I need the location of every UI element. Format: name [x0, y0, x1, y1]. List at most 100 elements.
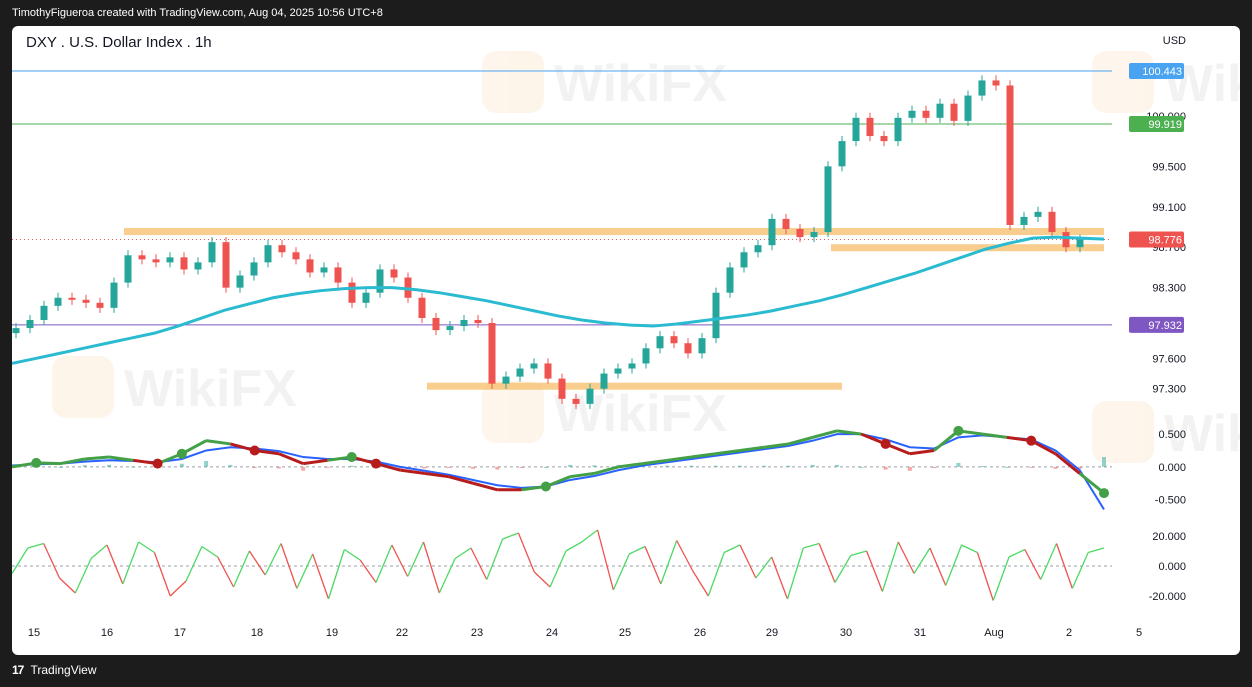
oscillator-segment [565, 541, 583, 552]
candle-body [670, 336, 678, 344]
macd-histogram-bar [883, 466, 888, 470]
candle-body [124, 255, 132, 283]
macd-histogram-bar [738, 465, 742, 467]
oscillator-segment [1008, 548, 1026, 558]
macd-cross-dot [249, 445, 260, 456]
macd-histogram-bar [592, 465, 597, 467]
watermark-text: WikiFX [124, 360, 297, 418]
candle-body [558, 378, 566, 399]
macd-histogram-bar [349, 465, 354, 467]
candle-body [68, 297, 76, 300]
macd-histogram-bar [1029, 466, 1034, 468]
footer-brand[interactable]: TradingView [30, 663, 96, 677]
oscillator-segment [454, 547, 472, 560]
macd-histogram-bar [907, 466, 912, 471]
macd-histogram-bar [131, 466, 136, 468]
x-tick-label: 2 [1066, 627, 1072, 639]
candle-body [628, 363, 636, 369]
macd-tick-label: 0.000 [1158, 462, 1186, 474]
candle-body [460, 319, 468, 327]
support-zone-0 [124, 228, 1104, 236]
candle-body [992, 80, 1000, 86]
candle-body [838, 141, 846, 167]
candle-body [1048, 211, 1056, 233]
oscillator-segment [232, 550, 250, 588]
candle-body [208, 242, 216, 263]
oscillator-segment [612, 553, 630, 591]
macd-histogram-bar [276, 466, 281, 469]
macd-cross-dot [176, 448, 187, 459]
candle-body [418, 297, 426, 318]
price-label: 97.932 [1148, 320, 1182, 332]
oscillator-segment [739, 544, 757, 579]
candle-body [390, 269, 398, 278]
oscillator-segment [502, 532, 519, 540]
x-tick-label: 29 [766, 627, 778, 639]
oscillator-segment [438, 558, 456, 594]
candle-body [1006, 85, 1014, 225]
macd-histogram-bar [58, 466, 63, 468]
x-tick-label: 5 [1136, 627, 1142, 639]
candle-body [614, 368, 622, 374]
oscillator-segment [296, 553, 314, 589]
oscillator-segment [1071, 552, 1089, 589]
macd-histogram-bar [786, 465, 791, 467]
oscillator-segment [43, 543, 61, 579]
candle-body [754, 245, 762, 253]
oscillator-segment [961, 544, 978, 554]
candle-body [544, 363, 552, 379]
oscillator-segment [312, 553, 330, 600]
oscillator-segment [201, 545, 219, 558]
macd-cross-dot [152, 458, 163, 469]
watermark-logo-icon [52, 356, 114, 418]
candle-body [698, 338, 706, 354]
oscillator-segment [628, 545, 646, 555]
support-zone-2 [426, 382, 842, 390]
candle-body [964, 95, 972, 121]
oscillator-segment [929, 547, 947, 586]
oscillator-segment [992, 556, 1010, 601]
candle-body [222, 242, 230, 288]
macd-histogram-bar [665, 465, 670, 467]
oscillator-segment [945, 544, 963, 586]
oscillator-segment [1040, 543, 1058, 580]
watermark-text: WikiFX [554, 55, 727, 113]
oscillator-segment [106, 544, 124, 585]
candle-body [320, 267, 328, 273]
candle-body [712, 292, 720, 339]
price-label: 100.443 [1142, 66, 1182, 78]
watermark-3: WikiFX [482, 381, 727, 443]
candle-body [40, 305, 48, 320]
candle-body [474, 319, 482, 324]
macd-histogram-bar [228, 464, 233, 467]
candle-body [502, 376, 510, 384]
x-tick-label: Aug [984, 627, 1004, 639]
oscillator-segment [248, 550, 266, 576]
candle-body [138, 255, 146, 260]
chart-panel[interactable]: WikiFXWikiFXWikiFXWikiFXWikiFX100.00099.… [12, 26, 1240, 655]
moving-average-line [12, 235, 1105, 365]
candle-body [852, 117, 860, 142]
candle-body [950, 103, 958, 121]
oscillator-segment [866, 550, 884, 592]
candle-body [894, 117, 902, 142]
x-tick-label: 15 [28, 627, 40, 639]
watermark-2: WikiFX [52, 356, 297, 418]
candle-body [348, 282, 356, 303]
oscillator-segment [1024, 549, 1042, 580]
oscillator-segment [122, 541, 140, 585]
macd-histogram-bar [810, 464, 815, 467]
candle-body [600, 373, 608, 389]
oscillator-segment [834, 555, 852, 583]
macd-line-segment [909, 448, 935, 456]
oscillator-segment [723, 544, 741, 554]
candle-body [12, 328, 20, 334]
chart-svg[interactable]: WikiFXWikiFXWikiFXWikiFXWikiFX100.00099.… [12, 26, 1240, 655]
macd-histogram-bar [179, 463, 184, 467]
macd-histogram-bar [519, 466, 524, 469]
oscillator-segment [138, 541, 155, 554]
candle-body [432, 317, 440, 331]
macd-cross-dot [540, 481, 551, 492]
oscillator-segment [850, 550, 867, 557]
macd-histogram-bar [713, 465, 718, 467]
